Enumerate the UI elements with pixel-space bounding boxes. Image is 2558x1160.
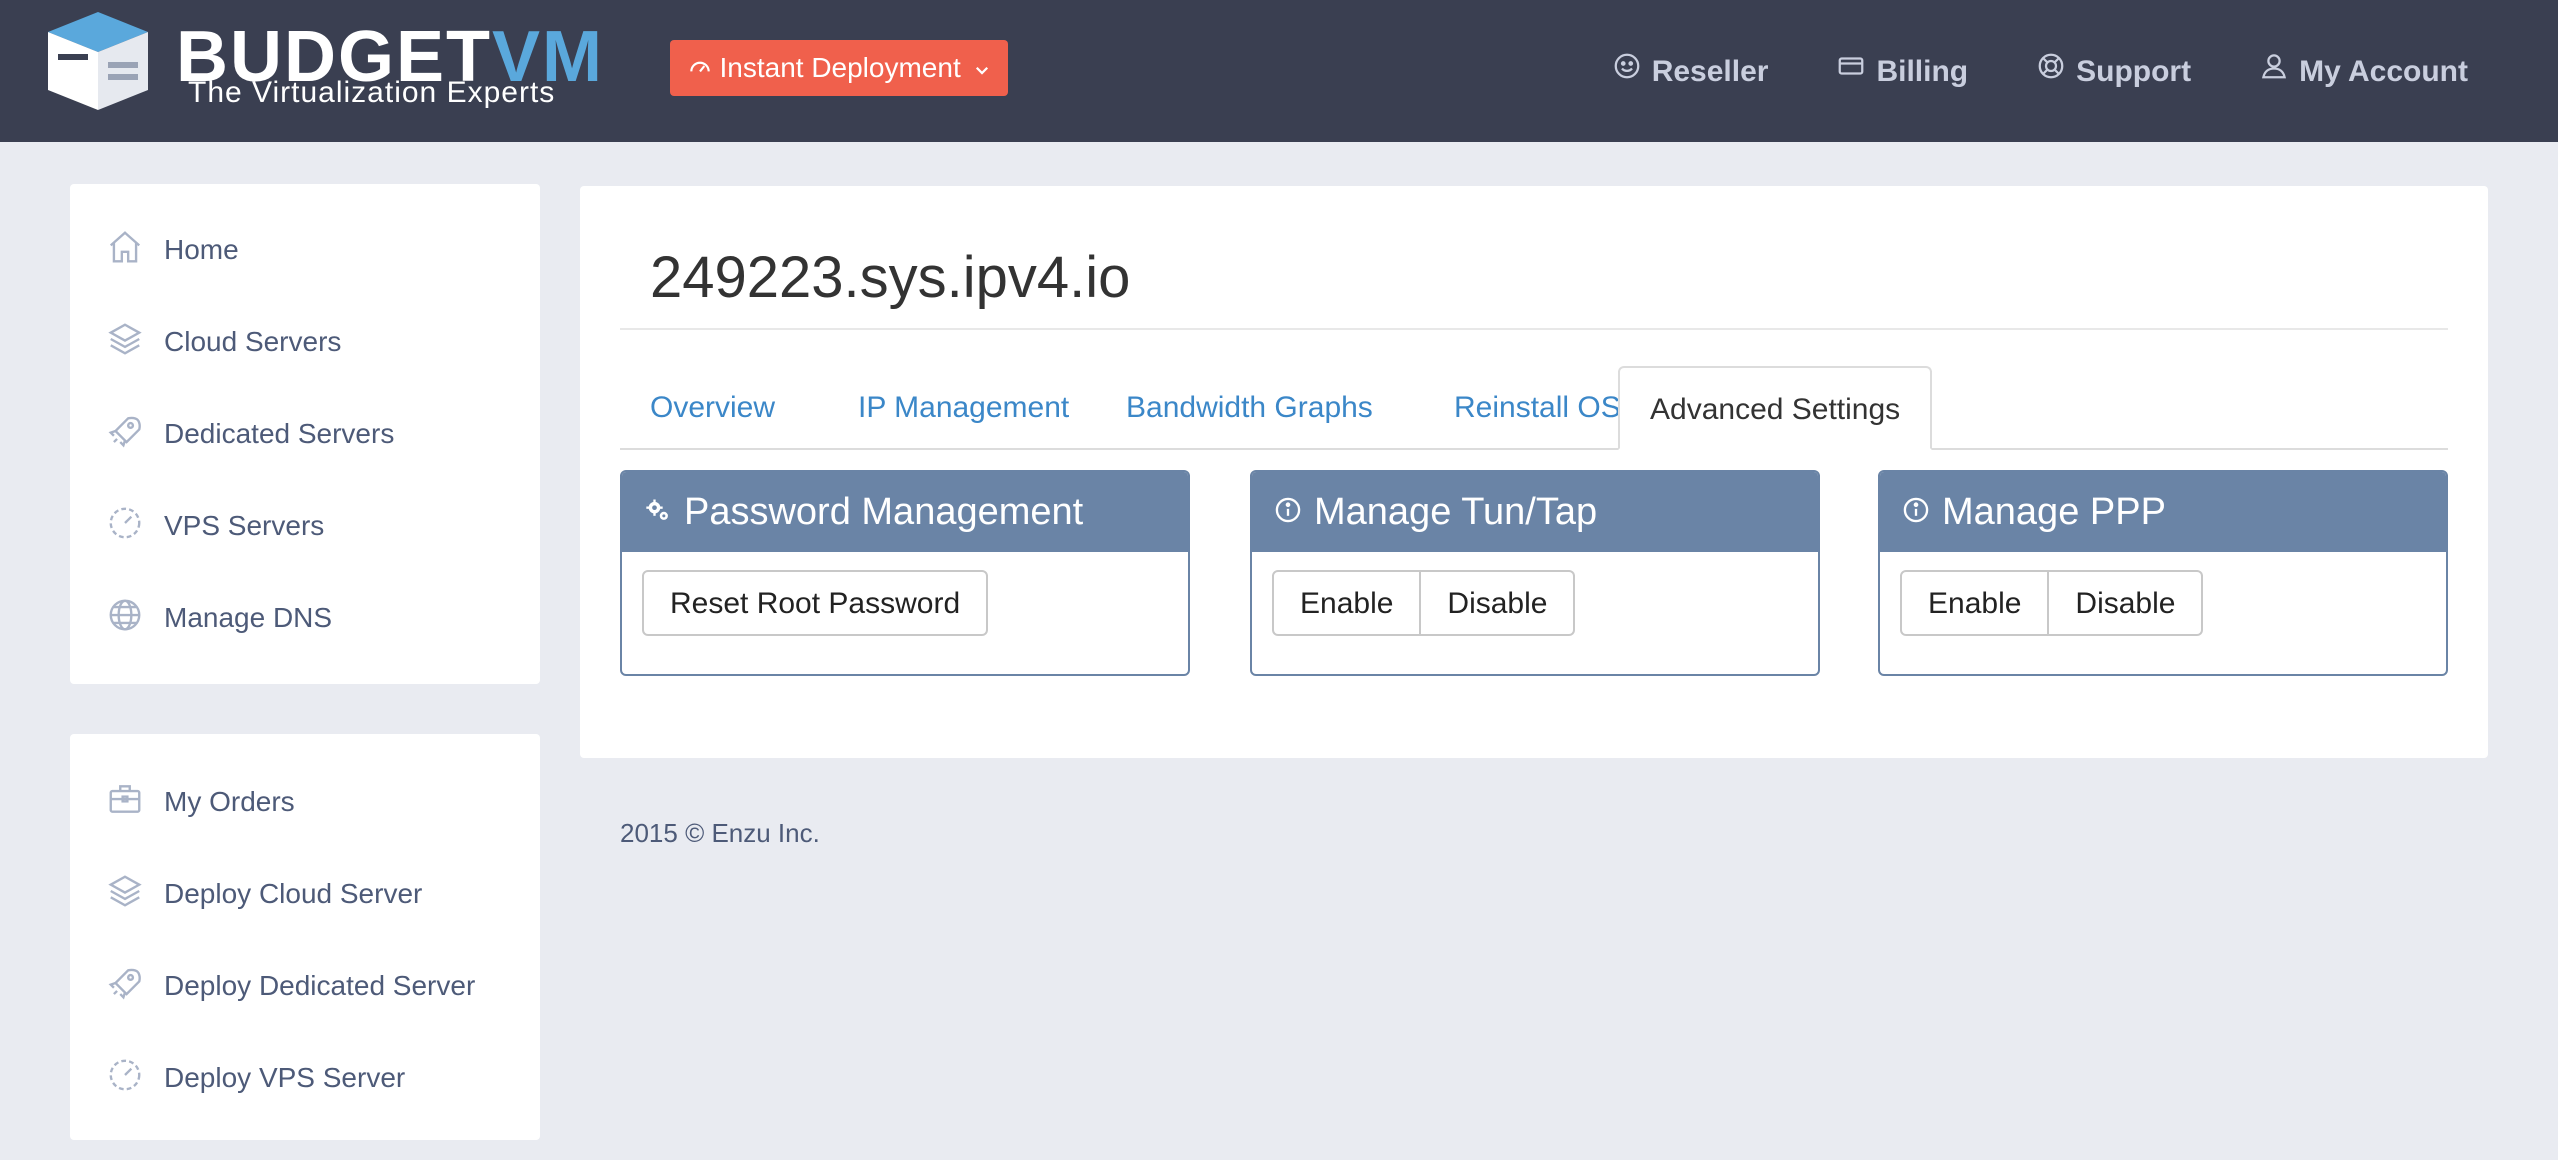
nav-billing-label: Billing bbox=[1876, 55, 1969, 88]
sidebar-item-deploy-vps-server[interactable]: Deploy VPS Server bbox=[106, 1048, 405, 1108]
sidebar-item-label: Deploy Cloud Server bbox=[164, 878, 423, 909]
panel-header: Password Management bbox=[622, 472, 1188, 552]
sidebar-item-deploy-cloud-server[interactable]: Deploy Cloud Server bbox=[106, 864, 422, 924]
chevron-down-icon bbox=[973, 42, 991, 98]
panel-header: Manage PPP bbox=[1880, 472, 2446, 552]
tab-advanced-settings[interactable]: Advanced Settings bbox=[1618, 366, 1933, 450]
tab-overview[interactable]: Overview bbox=[620, 366, 805, 448]
tab-bandwidth-graphs[interactable]: Bandwidth Graphs bbox=[1096, 366, 1403, 448]
top-navbar: BUDGETVM The Virtualization Experts Inst… bbox=[0, 0, 2558, 142]
nav-support-label: Support bbox=[2076, 55, 2192, 88]
ppp-disable-button[interactable]: Disable bbox=[2049, 570, 2204, 636]
nav-support[interactable]: Support bbox=[2036, 44, 2191, 100]
sidebar-item-label: Deploy VPS Server bbox=[164, 1062, 406, 1093]
tab-reinstall-os[interactable]: Reinstall OS bbox=[1424, 366, 1651, 448]
sidebar-orders-nav: My Orders Deploy Cloud Server Deploy Ded… bbox=[70, 734, 540, 1140]
globe-icon bbox=[106, 596, 164, 641]
nav-reseller[interactable]: Reseller bbox=[1612, 44, 1769, 100]
nav-billing[interactable]: Billing bbox=[1836, 44, 1968, 100]
button-group: Enable Disable bbox=[1272, 570, 1576, 636]
panel-title: Password Management bbox=[684, 491, 1084, 533]
manage-ppp-panel: Manage PPP Enable Disable bbox=[1878, 470, 2448, 676]
speedometer-icon bbox=[106, 1056, 164, 1101]
nav-my-account[interactable]: My Account bbox=[2259, 44, 2468, 100]
tuntap-enable-button[interactable]: Enable bbox=[1272, 570, 1422, 636]
sidebar-item-dedicated-servers[interactable]: Dedicated Servers bbox=[106, 404, 394, 464]
info-icon bbox=[1274, 472, 1302, 552]
button-group: Reset Root Password bbox=[642, 570, 989, 636]
sidebar-item-label: Dedicated Servers bbox=[164, 418, 395, 449]
layers-icon bbox=[106, 320, 164, 365]
tuntap-disable-button[interactable]: Disable bbox=[1421, 570, 1576, 636]
nav-my-account-label: My Account bbox=[2299, 55, 2468, 88]
instant-deployment-button[interactable]: Instant Deployment bbox=[670, 40, 1008, 96]
ppp-enable-button[interactable]: Enable bbox=[1900, 570, 2050, 636]
rocket-icon bbox=[106, 412, 164, 457]
rocket-icon bbox=[106, 964, 164, 1009]
budgetvm-logo[interactable]: BUDGETVM The Virtualization Experts bbox=[38, 12, 643, 112]
server-detail-card: 249223.sys.ipv4.io Overview IP Managemen… bbox=[580, 186, 2488, 758]
credit-card-icon bbox=[1836, 44, 1866, 100]
nav-reseller-label: Reseller bbox=[1651, 55, 1769, 88]
info-icon bbox=[1902, 472, 1930, 552]
sidebar-item-label: VPS Servers bbox=[164, 510, 325, 541]
user-icon bbox=[2259, 44, 2289, 100]
sidebar-item-vps-servers[interactable]: VPS Servers bbox=[106, 496, 324, 556]
layers-icon bbox=[106, 872, 164, 917]
sidebar-item-cloud-servers[interactable]: Cloud Servers bbox=[106, 312, 341, 372]
brand-tagline: The Virtualization Experts bbox=[188, 76, 556, 109]
instant-deployment-label: Instant Deployment bbox=[719, 52, 961, 83]
server-tabs: Overview IP Management Bandwidth Graphs … bbox=[620, 366, 2448, 450]
sidebar-item-manage-dns[interactable]: Manage DNS bbox=[106, 588, 332, 648]
page-title: 249223.sys.ipv4.io bbox=[650, 245, 1131, 310]
manage-tuntap-panel: Manage Tun/Tap Enable Disable bbox=[1250, 470, 1820, 676]
sidebar-item-label: Deploy Dedicated Server bbox=[164, 970, 476, 1001]
tab-ip-management[interactable]: IP Management bbox=[828, 366, 1099, 448]
sidebar-item-label: My Orders bbox=[164, 786, 295, 817]
sidebar-item-my-orders[interactable]: My Orders bbox=[106, 772, 295, 832]
panel-title: Manage PPP bbox=[1942, 491, 2166, 533]
briefcase-icon bbox=[106, 780, 164, 825]
speedometer-icon bbox=[687, 42, 713, 98]
sidebar-main-nav: Home Cloud Servers Dedicated Servers VPS… bbox=[70, 184, 540, 684]
reset-root-password-button[interactable]: Reset Root Password bbox=[642, 570, 989, 636]
title-divider bbox=[620, 328, 2448, 330]
panel-title: Manage Tun/Tap bbox=[1314, 491, 1598, 533]
smile-icon bbox=[1612, 44, 1642, 100]
gears-icon bbox=[644, 472, 672, 552]
password-management-panel: Password Management Reset Root Password bbox=[620, 470, 1190, 676]
sidebar-item-label: Manage DNS bbox=[164, 602, 333, 633]
cube-logo-icon bbox=[48, 12, 148, 110]
speedometer-icon bbox=[106, 504, 164, 549]
home-icon bbox=[106, 228, 164, 273]
sidebar-item-deploy-dedicated-server[interactable]: Deploy Dedicated Server bbox=[106, 956, 475, 1016]
lifebuoy-icon bbox=[2036, 44, 2066, 100]
panel-header: Manage Tun/Tap bbox=[1252, 472, 1818, 552]
sidebar-item-label: Home bbox=[164, 234, 239, 265]
sidebar-item-home[interactable]: Home bbox=[106, 220, 239, 280]
footer-copyright: 2015 © Enzu Inc. bbox=[620, 818, 820, 848]
sidebar-item-label: Cloud Servers bbox=[164, 326, 342, 357]
button-group: Enable Disable bbox=[1900, 570, 2204, 636]
top-nav: Reseller Billing Support My Account bbox=[1612, 44, 2468, 100]
